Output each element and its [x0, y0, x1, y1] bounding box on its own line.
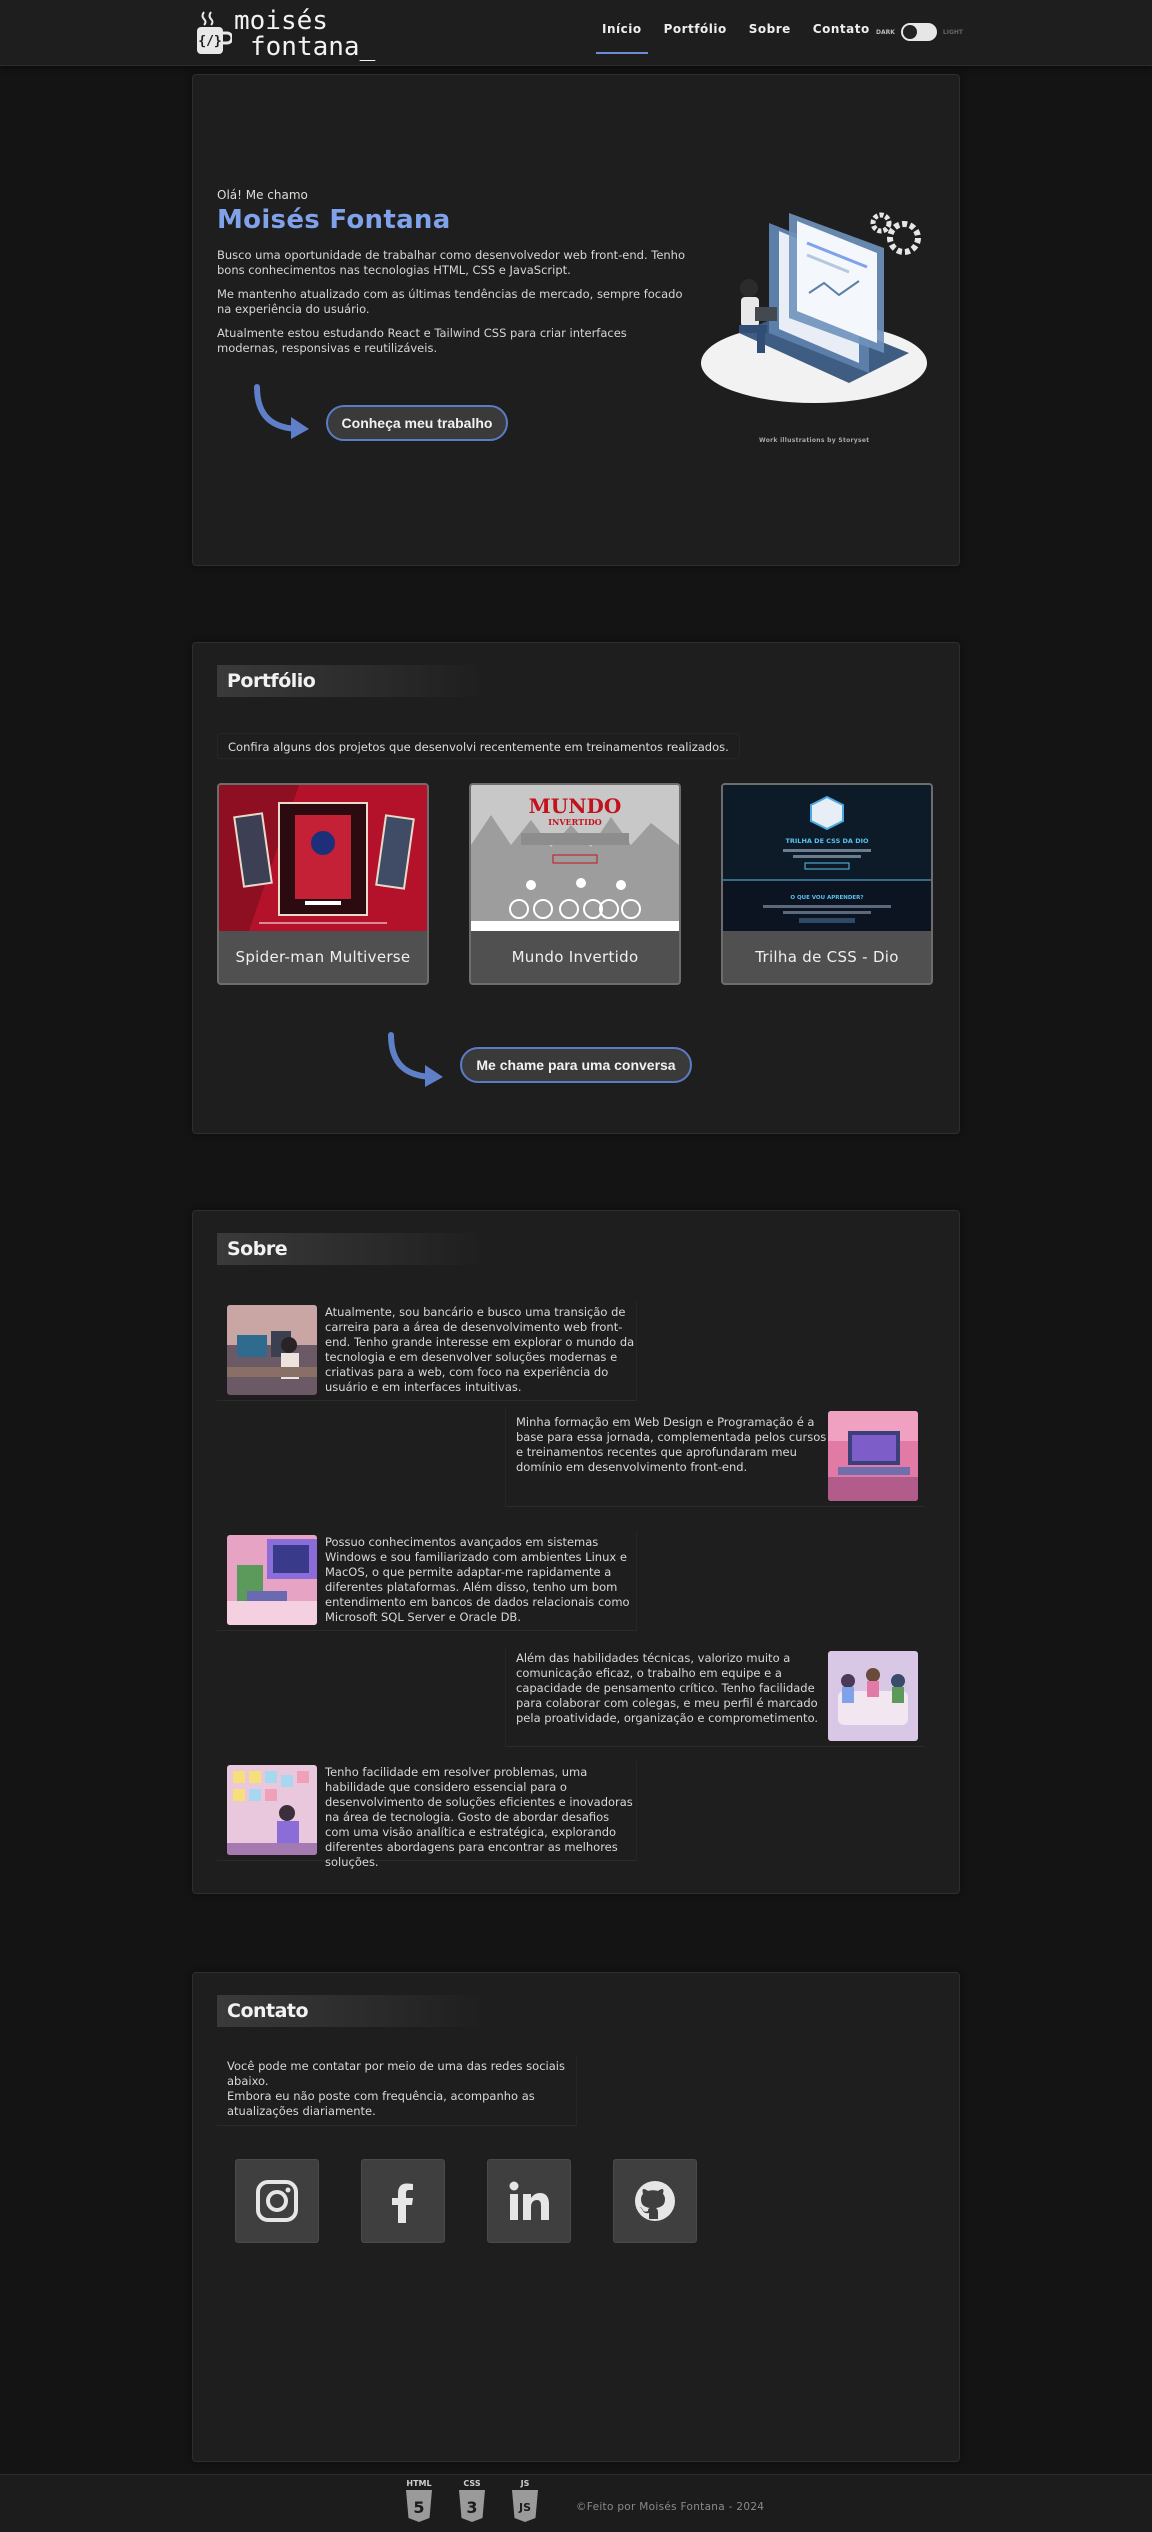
- svg-text:{/}: {/}: [198, 34, 221, 49]
- project-title-mundo-invertido: Mundo Invertido: [471, 931, 679, 983]
- hero-paragraph-1: Busco uma oportunidade de trabalhar como…: [217, 248, 686, 277]
- project-card-trilha-css[interactable]: TRILHA DE CSS DA DIO O QUE VOU APRENDER?…: [721, 783, 933, 985]
- about-item-1: Atualmente, sou bancário e busco uma tra…: [217, 1301, 637, 1401]
- about-text-1: Atualmente, sou bancário e busco uma tra…: [325, 1305, 635, 1394]
- project-card-mundo-invertido[interactable]: MUNDO INVERTIDO Mundo Invertido: [469, 783, 681, 985]
- github-icon: [635, 2181, 675, 2221]
- about-image-notes: [227, 1765, 317, 1855]
- hero-name: Moisés Fontana: [217, 205, 451, 235]
- logo-line-2: fontana_: [250, 32, 376, 62]
- github-link[interactable]: [613, 2159, 697, 2243]
- about-title: Sobre: [217, 1233, 487, 1265]
- linkedin-icon: [509, 2181, 549, 2220]
- theme-toggle[interactable]: [900, 23, 937, 41]
- coffee-code-icon: {/}: [197, 11, 232, 54]
- site-footer: HTML 5 CSS 3 JS JS ©Feito por Moisés Fon…: [0, 2474, 1152, 2532]
- contact-text: Você pode me contatar por meio de uma da…: [217, 2057, 577, 2126]
- hero-paragraph-3: Atualmente estou estudando React e Tailw…: [217, 326, 627, 355]
- contact-section: Contato Você pode me contatar por meio d…: [192, 1972, 960, 2462]
- mundo-logo-line-1: MUNDO: [529, 794, 622, 818]
- contact-me-button[interactable]: Me chame para uma conversa: [460, 1047, 692, 1083]
- about-text-5: Tenho facilidade em resolver problemas, …: [325, 1765, 633, 1869]
- about-item-4: Além das habilidades técnicas, valorizo …: [505, 1647, 925, 1747]
- mundo-logo-line-2: INVERTIDO: [548, 817, 602, 827]
- about-text-2: Minha formação em Web Design e Programaç…: [516, 1415, 827, 1474]
- portfolio-section: Portfólio Confira alguns dos projetos qu…: [192, 642, 960, 1134]
- nav-inicio[interactable]: Início: [596, 22, 648, 54]
- main-nav: Início Portfólio Sobre Contato: [596, 22, 870, 54]
- dio-heading: TRILHA DE CSS DA DIO: [785, 837, 869, 845]
- project-title-trilha-css: Trilha de CSS - Dio: [723, 931, 931, 983]
- about-text-3: Possuo conhecimentos avançados em sistem…: [325, 1535, 630, 1624]
- hero-section: Olá! Me chamo Moisés Fontana Busco uma o…: [192, 74, 960, 566]
- footer-copyright: ©Feito por Moisés Fontana - 2024: [576, 2501, 765, 2513]
- facebook-icon: [392, 2183, 413, 2223]
- js-mark: JS: [518, 2501, 531, 2514]
- theme-light-label: LIGHT: [942, 28, 964, 36]
- about-item-2: Minha formação em Web Design e Programaç…: [505, 1407, 925, 1507]
- about-text-4: Além das habilidades técnicas, valorizo …: [516, 1651, 819, 1725]
- instagram-icon: [256, 2180, 298, 2222]
- facebook-link[interactable]: [361, 2159, 445, 2243]
- about-image-laptop: [828, 1411, 918, 1501]
- instagram-link[interactable]: [235, 2159, 319, 2243]
- html5-icon: 5: [406, 2490, 432, 2522]
- nav-portfolio[interactable]: Portfólio: [664, 22, 727, 46]
- spiderman-thumbnail: [219, 785, 427, 931]
- developer-illustration: [701, 212, 927, 403]
- linkedin-link[interactable]: [487, 2159, 571, 2243]
- css3-badge: CSS 3: [456, 2479, 488, 2528]
- trilha-css-thumbnail: TRILHA DE CSS DA DIO O QUE VOU APRENDER?: [723, 785, 931, 931]
- mundo-invertido-thumbnail: MUNDO INVERTIDO: [471, 785, 679, 931]
- about-section: Sobre Atualmente, sou bancário e busco u…: [192, 1210, 960, 1894]
- about-image-team: [828, 1651, 918, 1741]
- theme-switcher: DARK LIGHT: [876, 23, 963, 41]
- logo-text: moisés fontana_: [234, 8, 375, 60]
- about-item-3: Possuo conhecimentos avançados em sistem…: [217, 1531, 637, 1631]
- logo[interactable]: {/} moisés fontana_: [194, 6, 394, 60]
- nav-contato[interactable]: Contato: [813, 22, 870, 46]
- moon-icon: [902, 25, 917, 39]
- css3-number: 3: [466, 2498, 477, 2517]
- about-item-5: Tenho facilidade em resolver problemas, …: [217, 1761, 637, 1869]
- illustration-credit[interactable]: Work illustrations by Storyset: [759, 437, 869, 444]
- curved-arrow-icon: [388, 1032, 443, 1087]
- about-image-desk: [227, 1305, 317, 1395]
- html5-badge: HTML 5: [403, 2479, 435, 2528]
- css-label: CSS: [463, 2479, 481, 2488]
- javascript-icon: JS: [512, 2490, 538, 2522]
- contact-line-1: Você pode me contatar por meio de uma da…: [227, 2059, 565, 2088]
- hero-paragraph-2: Me mantenho atualizado com as últimas te…: [217, 287, 683, 316]
- contact-line-2: Embora eu não poste com frequência, acom…: [227, 2089, 535, 2118]
- html5-number: 5: [413, 2498, 424, 2517]
- project-card-spiderman[interactable]: Spider-man Multiverse: [217, 783, 429, 985]
- js-label: JS: [520, 2479, 530, 2488]
- nav-sobre[interactable]: Sobre: [749, 22, 791, 46]
- portfolio-title: Portfólio: [217, 665, 487, 697]
- project-title-spiderman: Spider-man Multiverse: [219, 931, 427, 983]
- curved-arrow-icon: [254, 384, 309, 439]
- site-header: {/} moisés fontana_ Início Portfólio Sob…: [0, 0, 1152, 66]
- html-label: HTML: [406, 2479, 432, 2488]
- about-image-monitors: [227, 1535, 317, 1625]
- portfolio-intro: Confira alguns dos projetos que desenvol…: [217, 733, 740, 759]
- contact-title: Contato: [217, 1995, 487, 2027]
- theme-dark-label: DARK: [876, 28, 895, 36]
- see-work-button[interactable]: Conheça meu trabalho: [326, 405, 508, 441]
- css3-icon: 3: [459, 2490, 485, 2522]
- dio-subheading: O QUE VOU APRENDER?: [790, 895, 863, 901]
- hero-greeting: Olá! Me chamo: [217, 188, 308, 202]
- js-badge: JS JS: [509, 2479, 541, 2528]
